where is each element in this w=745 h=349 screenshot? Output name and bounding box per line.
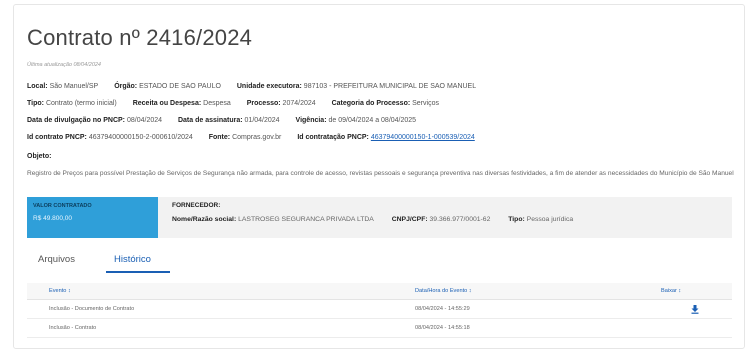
idcontrato-value: 46379400000150-2-000610/2024 [88, 134, 193, 141]
local-value: São Manuel/SP [49, 83, 99, 90]
tab-arquivos[interactable]: Arquivos [38, 254, 75, 265]
processo-value: 2074/2024 [282, 100, 316, 107]
info-row-3: Data de divulgação no PNCP: 08/04/2024 D… [27, 117, 416, 124]
info-row-2: Tipo: Contrato (termo inicial) Receita o… [27, 100, 439, 107]
fornecedor-label: FORNECEDOR: [172, 202, 221, 209]
fornecedor-box: FORNECEDOR: Nome/Razão social: LASTROSEG… [158, 197, 732, 238]
tipo-value: Contrato (termo inicial) [45, 100, 117, 107]
cnpj-value: 39.366.977/0001-62 [429, 216, 491, 223]
receita-value: Despesa [203, 100, 231, 107]
fonte-value: Compras.gov.br [232, 134, 282, 141]
fornecedor-details: Nome/Razão social: LASTROSEG SEGURANCA P… [172, 216, 718, 223]
idcontrato-label: Id contrato PNCP: [27, 134, 87, 141]
active-tab-indicator [106, 271, 170, 273]
vigencia-label: Vigência: [295, 117, 327, 124]
orgao-value: ESTADO DE SAO PAULO [139, 83, 221, 90]
valor-label: VALOR CONTRATADO [33, 203, 92, 209]
row-evento: Inclusão - Documento de Contrato [49, 306, 135, 312]
vigencia-value: de 09/04/2024 a 08/04/2025 [328, 117, 417, 124]
col-data-hora[interactable]: Data/Hora do Evento ↕ [415, 288, 472, 294]
info-row-1: Local: São Manuel/SP Órgão: ESTADO DE SA… [27, 83, 476, 90]
download-icon[interactable] [691, 305, 699, 314]
unidade-label: Unidade executora: [236, 83, 302, 90]
fonte-label: Fonte: [208, 134, 231, 141]
valor-value: R$ 49.800,00 [33, 215, 73, 222]
tipo-label: Tipo: [27, 100, 44, 107]
processo-label: Processo: [246, 100, 281, 107]
last-updated: Última atualização 08/04/2024 [27, 62, 101, 68]
unidade-value: 987103 - PREFEITURA MUNICIPAL DE SAO MAN… [303, 83, 477, 90]
cnpj-label: CNPJ/CPF: [391, 216, 428, 223]
categoria-value: Serviços [412, 100, 439, 107]
col-evento[interactable]: Evento ↕ [49, 288, 71, 294]
col-baixar[interactable]: Baixar ↕ [661, 288, 681, 294]
table-row: Inclusão - Contrato 08/04/2024 - 14:55:1… [27, 320, 732, 338]
assinatura-label: Data de assinatura: [177, 117, 243, 124]
assinatura-value: 01/04/2024 [244, 117, 280, 124]
contract-card: Contrato nº 2416/2024 Última atualização… [13, 4, 745, 349]
local-label: Local: [27, 83, 48, 90]
row-evento: Inclusão - Contrato [49, 325, 97, 331]
page-title: Contrato nº 2416/2024 [27, 25, 253, 50]
idcontratacao-label: Id contratação PNCP: [297, 134, 369, 141]
receita-label: Receita ou Despesa: [132, 100, 202, 107]
valor-contratado-box: VALOR CONTRATADO R$ 49.800,00 [27, 197, 158, 238]
table-header: Evento ↕ Data/Hora do Evento ↕ Baixar ↕ [27, 283, 732, 300]
orgao-label: Órgão: [114, 83, 138, 90]
table-row: Inclusão - Documento de Contrato 08/04/2… [27, 301, 732, 319]
objeto-text: Registro de Preços para possível Prestaç… [27, 170, 734, 177]
divulgacao-value: 08/04/2024 [126, 117, 163, 124]
categoria-label: Categoria do Processo: [331, 100, 411, 107]
idcontratacao-link[interactable]: 46379400000150-1-000539/2024 [371, 134, 475, 141]
divulgacao-label: Data de divulgação no PNCP: [27, 117, 126, 124]
row-data: 08/04/2024 - 14:55:29 [415, 306, 470, 312]
info-row-4: Id contrato PNCP: 46379400000150-2-00061… [27, 134, 475, 141]
objeto-label: Objeto: [27, 153, 52, 160]
nome-value: LASTROSEG SEGURANCA PRIVADA LTDA [238, 216, 374, 223]
row-data: 08/04/2024 - 14:55:18 [415, 325, 470, 331]
tipo-fornecedor-value: Pessoa jurídica [526, 216, 574, 223]
tab-historico[interactable]: Histórico [114, 254, 151, 265]
tipo-fornecedor-label: Tipo: [508, 216, 525, 223]
nome-label: Nome/Razão social: [172, 216, 237, 223]
